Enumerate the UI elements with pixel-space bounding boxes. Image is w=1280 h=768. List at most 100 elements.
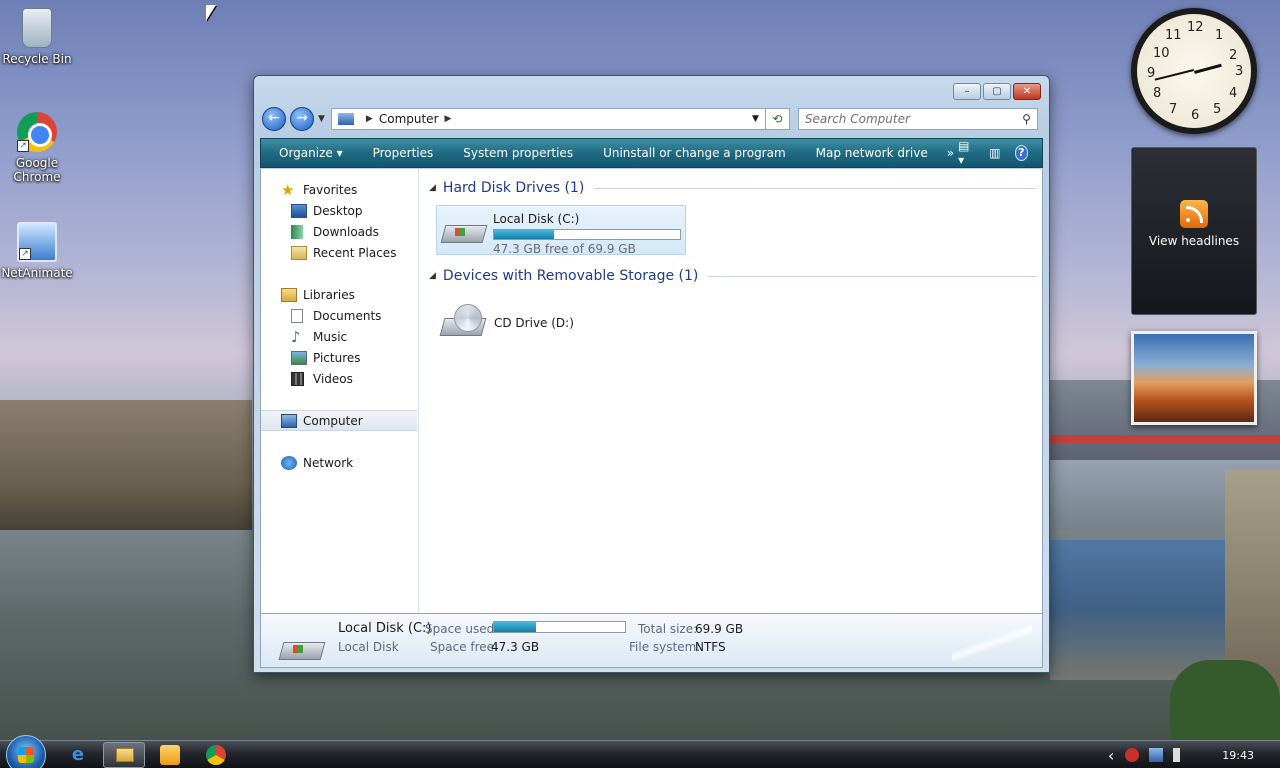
network-status-icon[interactable] <box>1149 748 1164 762</box>
nav-music[interactable]: ♪ Music <box>261 326 418 347</box>
system-tray: ‹ 19:43 <box>1108 741 1280 768</box>
clock-number: 7 <box>1169 102 1178 117</box>
recent-pages-dropdown[interactable]: ▼ <box>318 114 325 124</box>
clock-number: 2 <box>1229 48 1238 63</box>
group-divider <box>708 275 1037 277</box>
details-usage-bar <box>493 621 626 633</box>
group-hard-disk-drives[interactable]: ◢ Hard Disk Drives (1) <box>421 179 1043 197</box>
breadcrumb-arrow-icon[interactable]: ▶ <box>366 114 373 124</box>
drive-name: CD Drive (D:) <box>494 316 574 330</box>
libraries-icon <box>281 287 297 302</box>
explorer-body: ★ Favorites Desktop Downloads Recent Pla… <box>260 169 1043 613</box>
explorer-window: – ▢ ✕ ← → ▼ ▶ Computer ▶ ▼ ⟲ Search Comp… <box>253 75 1050 673</box>
system-properties-button[interactable]: System properties <box>448 146 588 160</box>
desktop-icon-label: NetAnimate <box>1 266 73 280</box>
properties-button[interactable]: Properties <box>358 146 449 160</box>
show-hidden-icons-button[interactable]: ‹ <box>1108 746 1114 765</box>
details-drive-type: Local Disk <box>338 640 399 654</box>
details-usage-fill <box>494 622 537 632</box>
details-file-system-label: File system: <box>629 640 701 654</box>
desktop-icon-netanimate[interactable]: ↗ NetAnimate <box>0 222 74 280</box>
folder-icon <box>116 748 134 762</box>
wallpaper-city-left <box>0 400 252 540</box>
clock-number: 5 <box>1213 102 1222 117</box>
address-dropdown-icon[interactable]: ▼ <box>752 114 759 124</box>
collapse-triangle-icon[interactable]: ◢ <box>429 183 436 193</box>
slideshow-gadget[interactable] <box>1131 331 1257 425</box>
music-icon: ♪ <box>291 327 301 346</box>
drive-cd-d[interactable]: CD Drive (D:) <box>436 299 686 349</box>
feed-headlines-gadget[interactable]: View headlines <box>1131 147 1257 315</box>
view-options-icon[interactable]: ▤ ▾ <box>958 139 975 167</box>
wallpaper-trees <box>1170 660 1280 740</box>
taskbar: e ‹ 19:43 <box>0 735 1280 768</box>
nav-computer[interactable]: Computer <box>261 410 417 431</box>
nav-libraries[interactable]: Libraries <box>261 284 418 305</box>
desktop-icon-label: Recycle Bin <box>2 52 72 66</box>
computer-icon <box>337 113 354 125</box>
more-commands-button[interactable]: » <box>943 146 958 160</box>
refresh-button[interactable]: ⟲ <box>765 108 790 130</box>
forward-button[interactable]: → <box>290 107 314 131</box>
mouse-cursor-icon <box>206 5 216 21</box>
nav-pictures[interactable]: Pictures <box>261 347 418 368</box>
videos-icon <box>291 371 304 386</box>
maximize-button[interactable]: ▢ <box>983 83 1011 100</box>
search-icon[interactable]: ⚲ <box>1022 109 1031 129</box>
chrome-icon[interactable] <box>206 745 226 765</box>
group-removable-storage[interactable]: ◢ Devices with Removable Storage (1) <box>421 267 1043 285</box>
content-pane: ◢ Hard Disk Drives (1) Local Disk (C:) 4… <box>421 169 1043 613</box>
security-alert-icon[interactable] <box>1125 748 1140 762</box>
taskbar-clock[interactable]: 19:43 <box>1222 749 1254 762</box>
collapse-triangle-icon[interactable]: ◢ <box>429 271 436 281</box>
back-button[interactable]: ← <box>262 107 286 131</box>
breadcrumb-computer[interactable]: Computer <box>379 112 439 126</box>
preview-pane-icon[interactable]: ▥ <box>989 146 1000 160</box>
window-controls: – ▢ ✕ <box>953 83 1041 100</box>
search-placeholder: Search Computer <box>804 112 910 126</box>
taskbar-explorer-button[interactable] <box>103 742 145 768</box>
view-headlines-link[interactable]: View headlines <box>1132 234 1256 248</box>
clock-gadget[interactable]: 12 1 2 3 4 5 6 7 8 9 10 11 <box>1131 8 1257 134</box>
desktop-icon-recycle-bin[interactable]: Recycle Bin <box>0 8 74 66</box>
close-button[interactable]: ✕ <box>1013 83 1041 100</box>
desktop-icon-google-chrome[interactable]: ↗ Google Chrome <box>0 112 74 184</box>
nav-downloads[interactable]: Downloads <box>261 221 418 242</box>
nav-recent-places[interactable]: Recent Places <box>261 242 418 263</box>
volume-muted-icon[interactable] <box>1173 748 1188 762</box>
documents-icon <box>291 308 303 323</box>
nav-favorites[interactable]: ★ Favorites <box>261 179 418 200</box>
network-icon <box>281 455 297 470</box>
internet-explorer-icon[interactable]: e <box>68 745 88 765</box>
shortcut-arrow-icon: ↗ <box>19 248 31 260</box>
nav-desktop[interactable]: Desktop <box>261 200 418 221</box>
uninstall-program-button[interactable]: Uninstall or change a program <box>588 146 801 160</box>
details-total-size-label: Total size: <box>638 622 698 636</box>
cd-drive-icon <box>439 304 487 344</box>
downloads-icon <box>291 224 303 239</box>
search-input[interactable]: Search Computer ⚲ <box>797 108 1038 130</box>
start-button[interactable] <box>6 735 46 768</box>
hard-disk-icon <box>278 634 326 668</box>
clock-number: 6 <box>1191 108 1200 123</box>
nav-documents[interactable]: Documents <box>261 305 418 326</box>
organize-button[interactable]: Organize ▾ <box>261 146 358 160</box>
drive-local-disk-c[interactable]: Local Disk (C:) 47.3 GB free of 69.9 GB <box>436 205 686 256</box>
nav-network[interactable]: Network <box>261 452 418 473</box>
clock-number: 1 <box>1215 28 1224 43</box>
help-button[interactable]: ? <box>1014 145 1028 161</box>
clock-number: 12 <box>1187 20 1204 35</box>
clock-number: 3 <box>1235 64 1244 79</box>
clock-number: 11 <box>1165 28 1182 43</box>
details-decoration <box>952 624 1032 662</box>
hard-disk-icon <box>440 217 488 251</box>
details-space-free-label: Space free: <box>430 640 499 654</box>
drive-usage-bar <box>493 229 681 240</box>
media-player-icon[interactable] <box>160 745 180 765</box>
nav-videos[interactable]: Videos <box>261 368 418 389</box>
computer-icon <box>281 413 297 428</box>
address-bar[interactable]: ▶ Computer ▶ ▼ <box>330 108 766 130</box>
minimize-button[interactable]: – <box>953 83 981 100</box>
map-network-drive-button[interactable]: Map network drive <box>801 146 943 160</box>
breadcrumb-arrow-icon[interactable]: ▶ <box>445 114 452 124</box>
